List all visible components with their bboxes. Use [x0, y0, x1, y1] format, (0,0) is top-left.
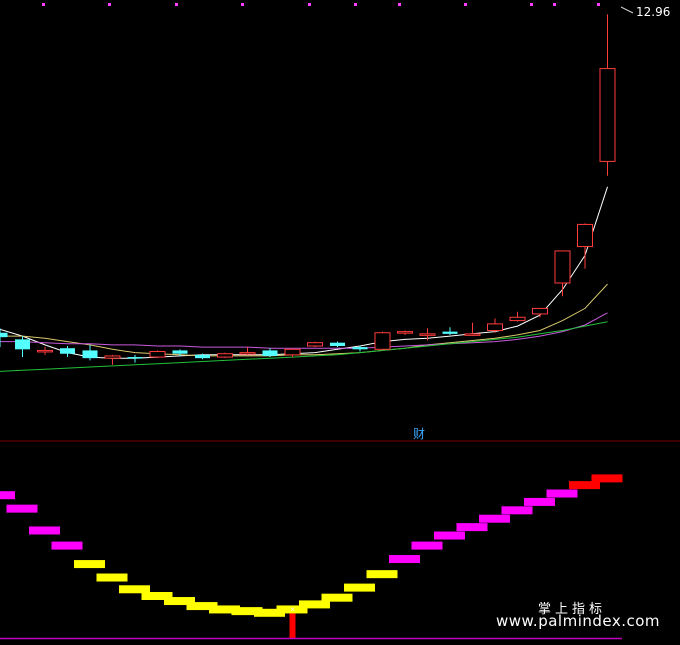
candle-body-21: [442, 331, 458, 334]
indicator-step-2: [6, 504, 38, 513]
indicator-step-18: [366, 570, 398, 579]
indicator-step-3: [29, 526, 60, 535]
indicator-step-25: [524, 497, 555, 506]
candle-body-7: [127, 357, 143, 359]
ma-line-1: [0, 186, 608, 359]
candle-2: [15, 336, 30, 358]
chart-canvas: 12.96 财 ×: [0, 3, 680, 640]
top-dot-8: [464, 3, 467, 6]
indicator-step-1: [0, 491, 15, 500]
top-dot-4: [241, 3, 244, 6]
candle-19: [397, 330, 413, 335]
moving-average-lines: [0, 186, 608, 372]
candle-21: [442, 327, 458, 335]
candle-7: [127, 354, 143, 363]
candle-body-20: [419, 333, 436, 336]
top-dot-11: [597, 3, 600, 6]
candle-body-22: [464, 333, 481, 336]
candle-body-8: [149, 351, 166, 358]
last-price-marker: 12.96: [620, 5, 670, 19]
candle-body-3: [37, 349, 53, 353]
candle-body-23: [487, 323, 503, 332]
watermark-url: www.palmindex.com: [496, 612, 661, 630]
signal-glyph: ×: [290, 605, 296, 613]
candle-body-13: [262, 350, 278, 356]
candle-16: [330, 341, 345, 348]
indicator-step-16: [321, 593, 353, 602]
indicator-step-26: [546, 489, 578, 498]
candle-body-27: [577, 223, 593, 248]
top-dot-7: [398, 3, 401, 6]
ma-line-4: [0, 321, 608, 372]
candle-body-24: [509, 316, 526, 322]
indicator-step-28: [591, 474, 623, 483]
candlesticks: [0, 14, 616, 365]
indicator-step-23: [479, 514, 510, 523]
candle-body-2: [15, 339, 30, 350]
top-dot-10: [553, 3, 556, 6]
candle-body-17: [352, 347, 368, 350]
indicator-title: 财: [413, 427, 425, 441]
indicator-step-22: [456, 523, 488, 532]
candle-body-28: [599, 68, 616, 162]
top-dot-6: [354, 3, 357, 6]
candle-26: [554, 250, 571, 297]
last-price-label: 12.96: [636, 5, 670, 19]
indicator-step-17: [344, 583, 375, 592]
candle-8: [149, 350, 166, 359]
candle-body-15: [307, 342, 323, 347]
candle-14: [284, 348, 301, 358]
candle-5: [82, 344, 98, 361]
candle-body-9: [172, 350, 188, 354]
indicator-step-20: [411, 541, 443, 550]
buy-signal-marker: ×: [289, 605, 296, 638]
candle-body-19: [397, 331, 413, 334]
candle-3: [37, 347, 53, 355]
candle-body-10: [195, 354, 210, 359]
top-dot-3: [175, 3, 178, 6]
candle-body-5: [82, 350, 98, 359]
candle-12: [239, 347, 256, 355]
top-dot-2: [108, 3, 111, 6]
top-dot-5: [308, 3, 311, 6]
candle-13: [262, 348, 278, 358]
top-dot-9: [530, 3, 533, 6]
candle-body-18: [374, 332, 391, 350]
candle-body-25: [532, 307, 548, 315]
indicator-step-21: [434, 531, 465, 540]
top-dot-1: [42, 3, 45, 6]
candle-23: [487, 318, 503, 333]
candle-24: [509, 311, 526, 322]
candle-body-12: [239, 352, 256, 355]
candle-body-4: [60, 348, 75, 354]
indicator-step-19: [389, 555, 420, 564]
indicator-step-24: [501, 506, 533, 515]
candle-4: [60, 346, 75, 358]
candle-25: [532, 307, 548, 318]
indicator-step-4: [51, 541, 83, 550]
signal-bar: [289, 613, 296, 638]
candle-body-11: [217, 353, 233, 358]
indicator-steps: [0, 474, 623, 617]
candle-body-1: [0, 332, 8, 338]
indicator-step-6: [96, 573, 128, 582]
candle-body-16: [330, 342, 345, 346]
indicator-step-5: [74, 560, 105, 569]
top-marker-dots: [42, 3, 600, 6]
candle-11: [217, 352, 233, 359]
candle-6: [104, 354, 121, 365]
candle-body-14: [284, 348, 301, 356]
candle-28: [599, 14, 616, 176]
candle-22: [464, 322, 481, 337]
candle-body-26: [554, 250, 571, 284]
candle-body-6: [104, 355, 121, 359]
candle-15: [307, 341, 323, 348]
candle-18: [374, 331, 391, 350]
candle-27: [577, 223, 593, 269]
